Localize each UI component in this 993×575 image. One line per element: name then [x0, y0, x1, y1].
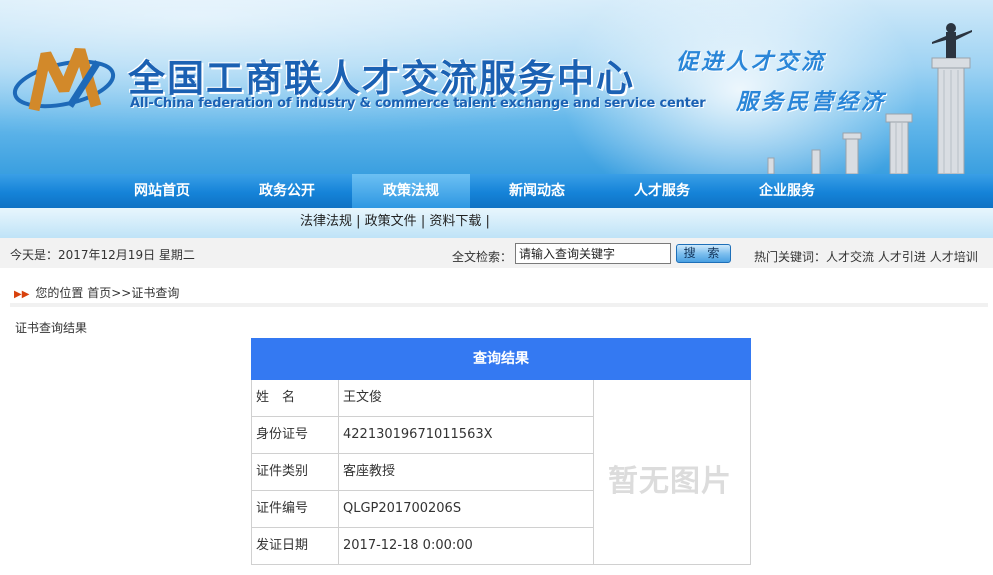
hot-keyword-link[interactable]: 人才培训: [930, 250, 978, 264]
breadcrumb: ▶▶ 您的位置 首页>>证书查询: [14, 284, 179, 301]
center-logo: [12, 47, 116, 112]
search-button[interactable]: 搜 索: [676, 244, 731, 263]
search-input[interactable]: [515, 243, 671, 264]
field-value: 王文俊: [343, 390, 383, 405]
field-value: 客座教授: [343, 464, 396, 479]
subnav-laws[interactable]: 法律法规: [300, 214, 352, 229]
nav-policies[interactable]: 政策法规: [352, 174, 470, 208]
breadcrumb-current: >>证书查询: [111, 286, 180, 300]
hot-keywords: 热门关键词：人才交流 人才引进 人才培训: [754, 248, 978, 265]
photo-placeholder: 暂无图片: [594, 380, 750, 565]
info-bar: 今天是：2017年12月19日 星期二 全文检索： 搜 索 热门关键词：人才交流…: [0, 238, 993, 268]
table-row: 证件类别 客座教授: [252, 454, 594, 491]
field-label: 证件类别: [252, 454, 339, 490]
main-nav: 网站首页 政务公开 政策法规 新闻动态 人才服务 企业服务: [0, 174, 993, 208]
table-row: 证件编号 QLGP201700206S: [252, 491, 594, 528]
double-arrow-icon: ▶▶: [14, 289, 30, 300]
nav-home[interactable]: 网站首页: [103, 174, 221, 208]
field-label: 证件编号: [252, 491, 339, 527]
table-row: 身份证号 42213019671011563X: [252, 417, 594, 454]
field-value: 2017-12-18 0:00:00: [343, 538, 473, 553]
search-label: 全文检索：: [452, 250, 513, 264]
field-label: 身份证号: [252, 417, 339, 453]
table-row: 发证日期 2017-12-18 0:00:00: [252, 528, 594, 565]
result-heading: 查询结果: [251, 338, 751, 380]
pillars-illustration: [767, 23, 972, 174]
photo-placeholder-text: 暂无图片: [608, 464, 732, 499]
sub-nav: 法律法规 | 政策文件 | 资料下载 |: [0, 208, 993, 238]
field-label: 发证日期: [252, 528, 339, 564]
hot-keyword-link[interactable]: 人才引进: [878, 250, 926, 264]
subnav-downloads[interactable]: 资料下载: [429, 214, 481, 229]
header-banner: 全国工商联人才交流服务中心 All-China federation of in…: [0, 0, 993, 174]
site-title-english: All-China federation of industry & comme…: [130, 96, 706, 111]
site-title: 全国工商联人才交流服务中心: [128, 56, 635, 100]
subnav-policy-docs[interactable]: 政策文件: [365, 214, 417, 229]
nav-enterprise-services[interactable]: 企业服务: [728, 174, 846, 208]
hot-keywords-label: 热门关键词：: [754, 250, 827, 264]
breadcrumb-home[interactable]: 首页: [87, 286, 111, 300]
table-row: 姓 名 王文俊: [252, 380, 594, 417]
nav-news[interactable]: 新闻动态: [478, 174, 596, 208]
field-label: 姓 名: [252, 380, 339, 416]
field-value: QLGP201700206S: [343, 501, 462, 516]
divider: [10, 303, 988, 307]
result-table: 查询结果 姓 名 王文俊 身份证号 42213019671011563X 证件类…: [251, 338, 751, 565]
section-title: 证书查询结果: [15, 321, 88, 335]
current-date: 今天是：2017年12月19日 星期二: [10, 248, 195, 262]
hot-keyword-link[interactable]: 人才交流: [826, 250, 874, 264]
nav-government-affairs[interactable]: 政务公开: [228, 174, 346, 208]
breadcrumb-label: 您的位置: [35, 286, 84, 300]
field-value: 42213019671011563X: [343, 427, 493, 442]
nav-talent-services[interactable]: 人才服务: [603, 174, 721, 208]
